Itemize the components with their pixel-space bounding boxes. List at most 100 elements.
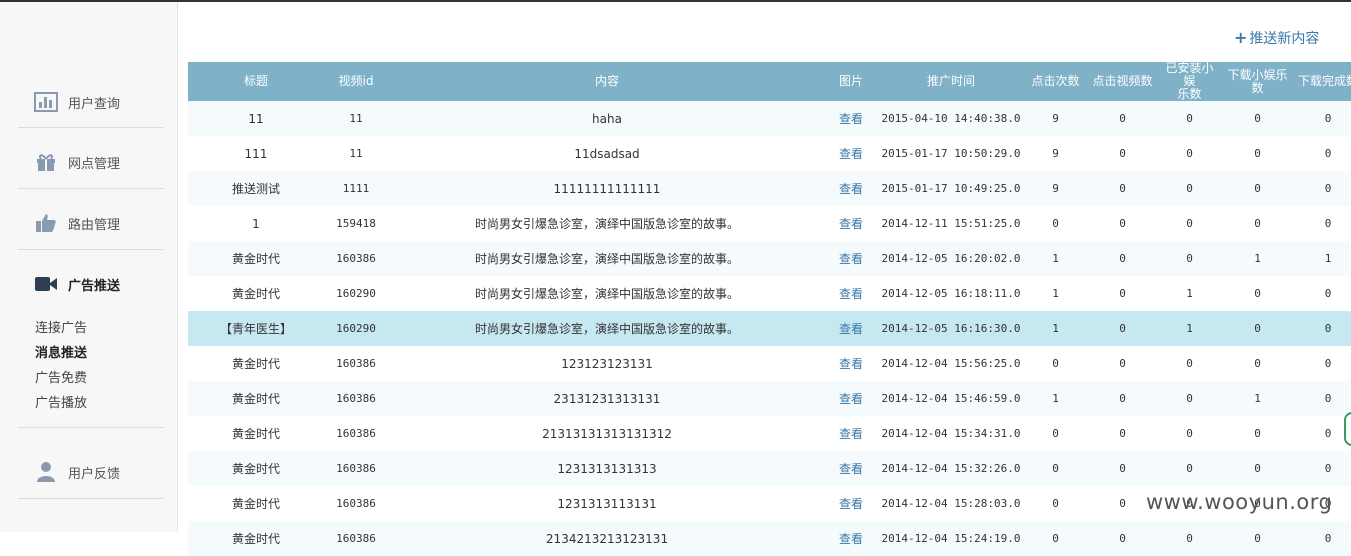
cell-push-time: 2014-12-04 15:28:03.0 xyxy=(876,486,1026,521)
view-image-link[interactable]: 查看 xyxy=(826,136,876,171)
cell-video-clicks: 0 xyxy=(1085,381,1160,416)
cell-completed: 0 xyxy=(1296,206,1351,241)
header-push-time: 推广时间 xyxy=(876,62,1026,101)
view-image-link[interactable]: 查看 xyxy=(826,486,876,521)
view-image-link[interactable]: 查看 xyxy=(826,416,876,451)
cell-downloads: 0 xyxy=(1219,311,1296,346)
push-records-table: 标题 视频id 内容 图片 推广时间 点击次数 点击视频数 已安装小娱 乐数 下载… xyxy=(188,62,1351,556)
cell-downloads: 0 xyxy=(1219,451,1296,486)
cell-content: 时尚男女引爆急诊室，演绎中国版急诊室的故事。 xyxy=(388,276,826,311)
cell-video-clicks: 0 xyxy=(1085,521,1160,556)
cell-clicks: 0 xyxy=(1026,521,1085,556)
cell-clicks: 9 xyxy=(1026,136,1085,171)
divider xyxy=(18,188,164,189)
cell-downloads: 0 xyxy=(1219,206,1296,241)
subnav-ad-play[interactable]: 广告播放 xyxy=(35,392,87,411)
cell-video-id: 160386 xyxy=(324,241,388,276)
cell-title: 黄金时代 xyxy=(188,486,324,521)
cell-video-clicks: 0 xyxy=(1085,171,1160,206)
table-row: 黄金时代 160386 123123123131 查看 2014-12-04 15:56… xyxy=(188,346,1351,381)
cell-content: 2134213213123131 xyxy=(388,521,826,556)
table-row: 黄金时代 160386 1231313131313 查看 2014-12-04 15:3… xyxy=(188,451,1351,486)
table-row: 推送测试 1111 11111111111111 查看 2015-01-17 10:49… xyxy=(188,171,1351,206)
header-title: 标题 xyxy=(188,62,324,101)
cell-video-id: 1111 xyxy=(324,171,388,206)
cell-video-clicks: 0 xyxy=(1085,276,1160,311)
sidebar-item-ad-push[interactable]: 广告推送 xyxy=(34,272,120,296)
subnav-ad-free[interactable]: 广告免费 xyxy=(35,367,87,386)
header-video-clicks: 点击视频数 xyxy=(1085,62,1160,101)
cell-push-time: 2014-12-05 16:20:02.0 xyxy=(876,241,1026,276)
table-row: 黄金时代 160290 时尚男女引爆急诊室，演绎中国版急诊室的故事。 查看 2014-1… xyxy=(188,276,1351,311)
cell-video-id: 159418 xyxy=(324,206,388,241)
cell-downloads: 0 xyxy=(1219,521,1296,556)
table-row: 【青年医生】 160290 时尚男女引爆急诊室，演绎中国版急诊室的故事。 查看 2014… xyxy=(188,311,1351,346)
edge-widget[interactable] xyxy=(1344,412,1351,446)
cell-downloads: 0 xyxy=(1219,276,1296,311)
cell-clicks: 0 xyxy=(1026,486,1085,521)
sidebar-item-label: 网点管理 xyxy=(68,156,121,172)
cell-clicks: 1 xyxy=(1026,276,1085,311)
cell-push-time: 2014-12-04 15:32:26.0 xyxy=(876,451,1026,486)
cell-completed: 0 xyxy=(1296,311,1351,346)
cell-content: 11dsadsad xyxy=(388,136,826,171)
watermark: www.wooyun.org xyxy=(1146,490,1333,514)
cell-completed: 0 xyxy=(1296,346,1351,381)
header-installed-line2: 乐数 xyxy=(1177,87,1202,101)
view-image-link[interactable]: 查看 xyxy=(826,206,876,241)
cell-title: 推送测试 xyxy=(188,171,324,206)
cell-push-time: 2014-12-04 15:34:31.0 xyxy=(876,416,1026,451)
view-image-link[interactable]: 查看 xyxy=(826,451,876,486)
cell-title: 黄金时代 xyxy=(188,521,324,556)
header-downloads: 下载小娱乐数 xyxy=(1219,62,1296,101)
sidebar-item-user-query[interactable]: 用户查询 xyxy=(34,90,120,114)
cell-content: 1231313131313 xyxy=(388,451,826,486)
view-image-link[interactable]: 查看 xyxy=(826,311,876,346)
view-image-link[interactable]: 查看 xyxy=(826,241,876,276)
view-image-link[interactable]: 查看 xyxy=(826,101,876,136)
push-new-content-link[interactable]: + 推送新内容 xyxy=(1234,28,1319,48)
cell-title: 1 xyxy=(188,206,324,241)
sidebar-item-router-manage[interactable]: 路由管理 xyxy=(34,211,120,235)
cell-content: 123123123131 xyxy=(388,346,826,381)
cell-clicks: 9 xyxy=(1026,171,1085,206)
subnav-connect-ads[interactable]: 连接广告 xyxy=(35,317,87,336)
cell-video-id: 160290 xyxy=(324,311,388,346)
bar-chart-icon xyxy=(34,92,58,112)
cell-completed: 0 xyxy=(1296,381,1351,416)
thumbs-up-icon xyxy=(34,213,58,233)
cell-push-time: 2015-01-17 10:49:25.0 xyxy=(876,171,1026,206)
view-image-link[interactable]: 查看 xyxy=(826,276,876,311)
header-installed: 已安装小娱 乐数 xyxy=(1160,62,1219,101)
cell-video-clicks: 0 xyxy=(1085,311,1160,346)
view-image-link[interactable]: 查看 xyxy=(826,171,876,206)
table-row: 黄金时代 160386 21313131313131312 查看 2014-12-04 … xyxy=(188,416,1351,451)
cell-completed: 0 xyxy=(1296,171,1351,206)
cell-title: 黄金时代 xyxy=(188,381,324,416)
view-image-link[interactable]: 查看 xyxy=(826,346,876,381)
cell-push-time: 2015-04-10 14:40:38.0 xyxy=(876,101,1026,136)
cell-title: 【青年医生】 xyxy=(188,311,324,346)
view-image-link[interactable]: 查看 xyxy=(826,521,876,556)
cell-clicks: 1 xyxy=(1026,241,1085,276)
cell-video-id: 11 xyxy=(324,136,388,171)
table-row: 黄金时代 160386 23131231313131 查看 2014-12-04 15:… xyxy=(188,381,1351,416)
table-row: 11 11 haha 查看 2015-04-10 14:40:38.0 9 0 0 0 0 xyxy=(188,101,1351,136)
top-border xyxy=(0,0,1351,2)
cell-content: 时尚男女引爆急诊室，演绎中国版急诊室的故事。 xyxy=(388,206,826,241)
subnav-message-push[interactable]: 消息推送 xyxy=(35,342,87,361)
sidebar: 用户查询 网点管理 路由管理 广告推送 连接广告 消息推送 广告免费 广告播放 … xyxy=(0,2,178,532)
cell-installed: 0 xyxy=(1160,206,1219,241)
cell-content: 23131231313131 xyxy=(388,381,826,416)
table-row: 黄金时代 160386 时尚男女引爆急诊室，演绎中国版急诊室的故事。 查看 2014-1… xyxy=(188,241,1351,276)
cell-video-clicks: 0 xyxy=(1085,451,1160,486)
header-video-id: 视频id xyxy=(324,62,388,101)
sidebar-item-outlet-manage[interactable]: 网点管理 xyxy=(34,150,120,174)
cell-installed: 0 xyxy=(1160,521,1219,556)
sidebar-item-label: 用户查询 xyxy=(68,96,121,112)
cell-video-clicks: 0 xyxy=(1085,416,1160,451)
sidebar-item-user-feedback[interactable]: 用户反馈 xyxy=(34,460,120,484)
sidebar-item-label: 路由管理 xyxy=(68,217,121,233)
header-clicks: 点击次数 xyxy=(1026,62,1085,101)
view-image-link[interactable]: 查看 xyxy=(826,381,876,416)
